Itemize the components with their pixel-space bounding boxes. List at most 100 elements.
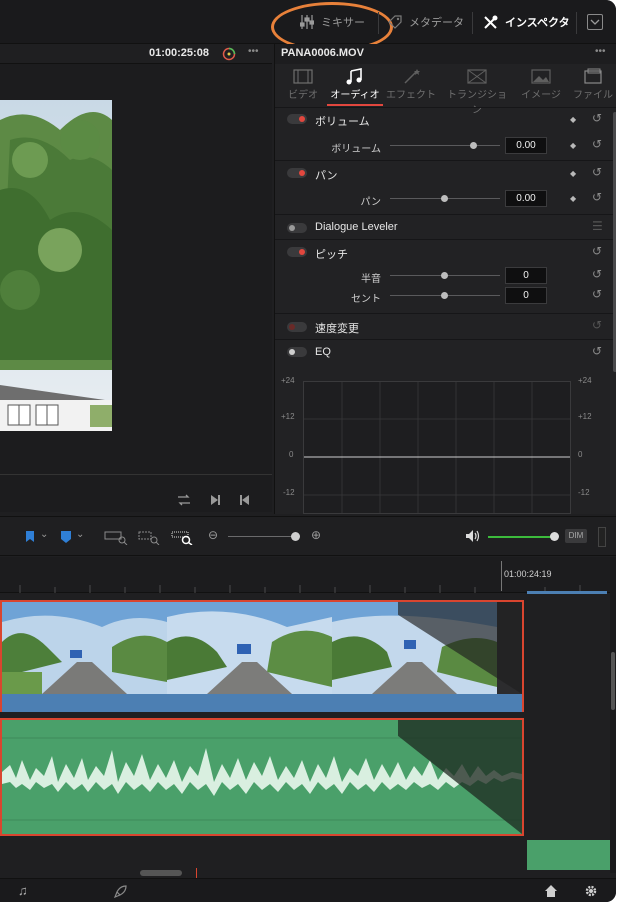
- keyframe-icon[interactable]: ◆: [570, 115, 576, 124]
- tab-effects[interactable]: エフェクト: [383, 68, 439, 106]
- audio-meter: [598, 527, 606, 547]
- eq-grid: [304, 382, 570, 513]
- video-preview-image: [0, 100, 112, 431]
- reset-icon[interactable]: ↺: [592, 267, 602, 281]
- reset-icon[interactable]: ↺: [592, 287, 602, 301]
- viewer-header: 01:00:25:08 •••: [0, 44, 272, 64]
- speed-section: 速度変更 ↺: [275, 313, 616, 339]
- flag-icon[interactable]: [24, 530, 36, 544]
- clip-name: PANA0006.MOV: [281, 47, 364, 59]
- inspector-button[interactable]: インスペクタ: [483, 12, 570, 32]
- inspector-header: PANA0006.MOV •••: [275, 44, 616, 64]
- viewer-scrub-bar[interactable]: [0, 474, 272, 475]
- prev-frame-icon[interactable]: [238, 493, 252, 507]
- audio-clip-partial[interactable]: [527, 840, 610, 870]
- audio-fade-out[interactable]: [398, 720, 522, 834]
- dialogue-leveler-title: Dialogue Leveler: [315, 221, 398, 233]
- zoom-detail-icon[interactable]: [138, 529, 162, 545]
- pan-slider-knob[interactable]: [441, 195, 448, 202]
- keyframe-icon[interactable]: ◆: [570, 194, 576, 203]
- metadata-label: メタデータ: [409, 17, 464, 29]
- viewer-more-button[interactable]: •••: [248, 46, 259, 57]
- volume-title: ボリューム: [315, 116, 370, 128]
- home-icon[interactable]: [544, 884, 558, 898]
- metadata-button[interactable]: メタデータ: [388, 12, 464, 32]
- video-clip-name-bar: [2, 694, 522, 712]
- monitor-volume-track[interactable]: [488, 536, 556, 538]
- tab-video[interactable]: ビデオ: [275, 68, 331, 106]
- dialogue-leveler-toggle[interactable]: [287, 223, 307, 233]
- reset-icon[interactable]: ↺: [592, 137, 602, 151]
- keyframe-icon[interactable]: ◆: [570, 141, 576, 150]
- timeline-vertical-scrollbar[interactable]: [610, 557, 616, 873]
- volume-slider-track[interactable]: [390, 145, 500, 146]
- zoom-slider-track[interactable]: [228, 536, 298, 537]
- zoom-in-icon[interactable]: ⊕: [311, 528, 321, 542]
- zoom-full-icon[interactable]: [104, 529, 128, 545]
- eq-right-label: +24: [578, 376, 592, 385]
- volume-toggle[interactable]: [287, 114, 307, 124]
- expand-panel-button[interactable]: [587, 14, 603, 30]
- chevron-down-icon[interactable]: ⌄: [76, 529, 84, 540]
- pan-toggle[interactable]: [287, 168, 307, 178]
- audio-clip[interactable]: [0, 718, 524, 836]
- timeline-scroll-thumb[interactable]: [611, 652, 615, 710]
- reset-icon[interactable]: ↺: [592, 344, 602, 358]
- zoom-custom-icon[interactable]: [171, 529, 195, 545]
- inspector-panel: PANA0006.MOV ••• ビデオ オーディオ エフェクト トランジション…: [274, 44, 616, 514]
- video-fade-out[interactable]: [398, 602, 522, 694]
- film-icon: [293, 69, 313, 84]
- eq-right-label: 0: [578, 450, 583, 459]
- reset-icon[interactable]: ↺: [592, 318, 602, 332]
- speed-toggle[interactable]: [287, 322, 307, 332]
- monitor-volume-knob[interactable]: [550, 532, 559, 541]
- speaker-icon[interactable]: [465, 529, 481, 543]
- eq-graph[interactable]: [303, 381, 571, 514]
- viewer-panel[interactable]: [0, 64, 272, 512]
- tab-label: ビデオ: [288, 90, 318, 101]
- timeline-horizontal-scroll-thumb[interactable]: [140, 870, 182, 876]
- semitone-slider-knob[interactable]: [441, 272, 448, 279]
- reset-icon[interactable]: ↺: [592, 111, 602, 125]
- marker-icon[interactable]: [60, 530, 72, 544]
- inspector-scrollbar[interactable]: [613, 112, 616, 372]
- cent-value-field[interactable]: 0: [505, 287, 547, 304]
- options-icon[interactable]: ☰: [592, 219, 603, 233]
- volume-slider-knob[interactable]: [470, 142, 477, 149]
- tab-audio[interactable]: オーディオ: [327, 68, 383, 106]
- gear-icon[interactable]: [584, 884, 598, 898]
- cent-slider-knob[interactable]: [441, 292, 448, 299]
- next-frame-icon[interactable]: [208, 493, 222, 507]
- keyframe-icon[interactable]: ◆: [570, 169, 576, 178]
- volume-param-label: ボリューム: [331, 144, 381, 155]
- reset-icon[interactable]: ↺: [592, 165, 602, 179]
- loop-icon[interactable]: [176, 493, 192, 507]
- eq-left-label: 0: [289, 450, 294, 459]
- tab-file[interactable]: ファイル: [565, 68, 616, 106]
- pan-value-field[interactable]: 0.00: [505, 190, 547, 207]
- zoom-out-icon[interactable]: ⊖: [208, 528, 218, 542]
- file-icon: [584, 68, 602, 84]
- fairlight-page-icon[interactable]: ♫: [18, 883, 28, 898]
- timeline-ruler[interactable]: 01:00:24:19: [0, 557, 610, 594]
- dim-button[interactable]: DIM: [565, 529, 587, 543]
- semitone-value-field[interactable]: 0: [505, 267, 547, 284]
- eq-toggle[interactable]: [287, 347, 307, 357]
- tab-image[interactable]: イメージ: [513, 68, 569, 106]
- tab-transition[interactable]: トランジション: [443, 68, 511, 116]
- page-navigation-bar: ♫: [0, 878, 616, 902]
- eq-right-label: -12: [578, 488, 590, 497]
- color-wheel-icon[interactable]: [222, 47, 236, 61]
- video-clip[interactable]: [0, 600, 524, 712]
- eq-title: EQ: [315, 346, 331, 358]
- deliver-rocket-icon[interactable]: [114, 884, 128, 898]
- chevron-down-icon[interactable]: ⌄: [40, 529, 48, 540]
- semitone-label: 半音: [361, 274, 381, 285]
- zoom-slider-knob[interactable]: [291, 532, 300, 541]
- reset-icon[interactable]: ↺: [592, 244, 602, 258]
- inspector-more-button[interactable]: •••: [595, 46, 606, 57]
- pitch-toggle[interactable]: [287, 247, 307, 257]
- transition-icon: [467, 69, 487, 84]
- volume-value-field[interactable]: 0.00: [505, 137, 547, 154]
- reset-icon[interactable]: ↺: [592, 190, 602, 204]
